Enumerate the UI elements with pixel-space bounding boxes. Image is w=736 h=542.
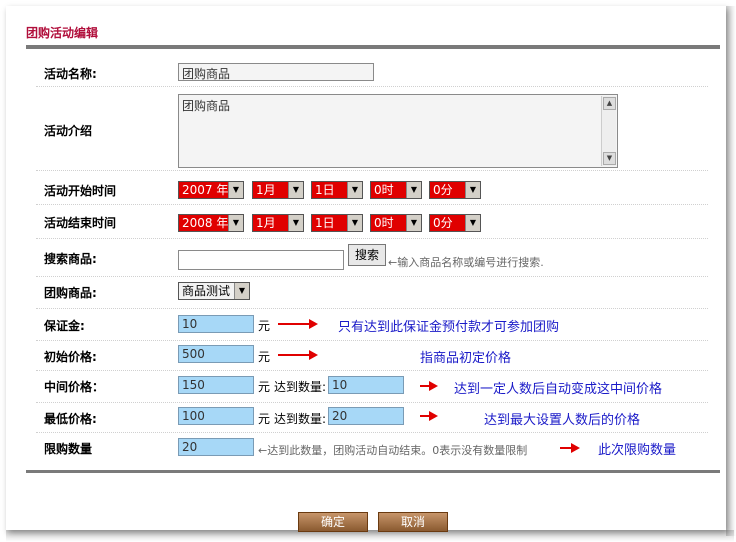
end-day-select[interactable]: 1日 ▼ [311, 214, 363, 232]
page-title: 团购活动编辑 [26, 26, 99, 40]
row-deposit: 保证金: 10 元 只有达到此保证金预付款才可参加团购 [36, 310, 708, 341]
deposit-unit: 元 [258, 319, 271, 333]
start-year-select[interactable]: 2007 年 ▼ [178, 181, 244, 199]
chevron-down-icon: ▼ [228, 182, 243, 198]
lowest-qty-label: 达到数量: [274, 412, 327, 426]
chevron-down-icon: ▼ [228, 215, 243, 231]
intro-scrollbar[interactable]: ▲ ▼ [601, 96, 616, 166]
end-time-label: 活动结束时间 [44, 216, 117, 230]
arrow-right-icon [278, 317, 318, 331]
end-month-select[interactable]: 1月 ▼ [252, 214, 304, 232]
start-hour-select[interactable]: 0时 ▼ [370, 181, 422, 199]
middle-price-note: 达到一定人数后自动变成这中间价格 [454, 382, 663, 397]
middle-price-unit: 元 [258, 380, 271, 394]
middle-price-label: 中间价格： [44, 380, 105, 394]
limit-note: 此次限购数量 [598, 443, 677, 458]
initial-price-note: 指商品初定价格 [420, 351, 512, 366]
limit-label: 限购数量 [44, 442, 93, 456]
intro-text: 团购商品 [182, 99, 231, 113]
deposit-input[interactable]: 10 [178, 315, 254, 333]
row-search: 搜索商品: 搜索 ←输入商品名称或编号进行搜索. [36, 240, 708, 277]
search-button[interactable]: 搜索 [348, 244, 386, 266]
lowest-price-note: 达到最大设置人数后的价格 [484, 413, 641, 428]
limit-input[interactable]: 20 [178, 438, 254, 456]
chevron-down-icon: ▼ [406, 215, 421, 231]
middle-qty-input[interactable]: 10 [328, 376, 404, 394]
start-day-select[interactable]: 1日 ▼ [311, 181, 363, 199]
row-end-time: 活动结束时间 2008 年 ▼ 1月 ▼ 1日 ▼ 0时 ▼ 0分 ▼ [36, 206, 708, 239]
chevron-down-icon: ▼ [347, 215, 362, 231]
initial-price-input[interactable]: 500 [178, 345, 254, 363]
row-goods: 团购商品: 商品测试 ▼ [36, 278, 708, 309]
scroll-up-icon[interactable]: ▲ [603, 97, 616, 110]
deposit-note: 只有达到此保证金预付款才可参加团购 [338, 320, 560, 335]
intro-textarea[interactable]: 团购商品 ▲ ▼ [178, 94, 618, 168]
name-label: 活动名称: [44, 67, 97, 81]
search-hint: ←输入商品名称或编号进行搜索. [388, 256, 544, 269]
chevron-down-icon: ▼ [465, 182, 480, 198]
row-middle-price: 中间价格： 150 元 达到数量: 10 达到一定人数后自动变成这中间价格 [36, 372, 708, 403]
middle-qty-label: 达到数量: [274, 380, 327, 394]
arrow-right-icon [278, 348, 318, 362]
intro-label: 活动介绍 [44, 124, 93, 138]
start-time-label: 活动开始时间 [44, 184, 117, 198]
bottom-divider [26, 470, 720, 473]
shadow-bottom [6, 530, 734, 542]
goods-label: 团购商品: [44, 286, 97, 300]
initial-price-label: 初始价格: [44, 350, 97, 364]
chevron-down-icon: ▼ [465, 215, 480, 231]
end-hour-select[interactable]: 0时 ▼ [370, 214, 422, 232]
cancel-button[interactable]: 取消 [378, 512, 448, 532]
chevron-down-icon: ▼ [347, 182, 362, 198]
chevron-down-icon: ▼ [288, 182, 303, 198]
lowest-qty-input[interactable]: 20 [328, 407, 404, 425]
row-initial-price: 初始价格: 500 元 指商品初定价格 [36, 342, 708, 371]
arrow-right-icon [560, 441, 580, 455]
search-label: 搜索商品: [44, 252, 97, 266]
lowest-price-unit: 元 [258, 412, 271, 426]
chevron-down-icon: ▼ [288, 215, 303, 231]
chevron-down-icon: ▼ [234, 283, 249, 299]
initial-price-unit: 元 [258, 350, 271, 364]
scroll-down-icon[interactable]: ▼ [603, 152, 616, 165]
start-month-select[interactable]: 1月 ▼ [252, 181, 304, 199]
top-divider [26, 45, 720, 49]
limit-hint: ←达到此数量，团购活动自动结束。0表示没有数量限制 [258, 444, 528, 457]
row-start-time: 活动开始时间 2007 年 ▼ 1月 ▼ 1日 ▼ 0时 ▼ 0分 ▼ [36, 174, 708, 205]
lowest-price-input[interactable]: 100 [178, 407, 254, 425]
row-intro: 活动介绍 团购商品 ▲ ▼ [36, 90, 708, 171]
search-input[interactable] [178, 250, 344, 270]
middle-price-input[interactable]: 150 [178, 376, 254, 394]
chevron-down-icon: ▼ [406, 182, 421, 198]
arrow-right-icon [420, 379, 438, 393]
start-minute-select[interactable]: 0分 ▼ [429, 181, 481, 199]
confirm-button[interactable]: 确定 [298, 512, 368, 532]
row-name: 活动名称: 团购商品 [36, 60, 708, 87]
shadow-right [726, 6, 736, 536]
row-limit: 限购数量 20 ←达到此数量，团购活动自动结束。0表示没有数量限制 此次限购数量 [36, 434, 708, 462]
row-lowest-price: 最低价格: 100 元 达到数量: 20 达到最大设置人数后的价格 [36, 404, 708, 433]
lowest-price-label: 最低价格: [44, 412, 97, 426]
end-minute-select[interactable]: 0分 ▼ [429, 214, 481, 232]
deposit-label: 保证金: [44, 319, 85, 333]
goods-select[interactable]: 商品测试 ▼ [178, 282, 250, 300]
name-input[interactable]: 团购商品 [178, 63, 374, 81]
arrow-right-icon [420, 409, 438, 423]
end-year-select[interactable]: 2008 年 ▼ [178, 214, 244, 232]
